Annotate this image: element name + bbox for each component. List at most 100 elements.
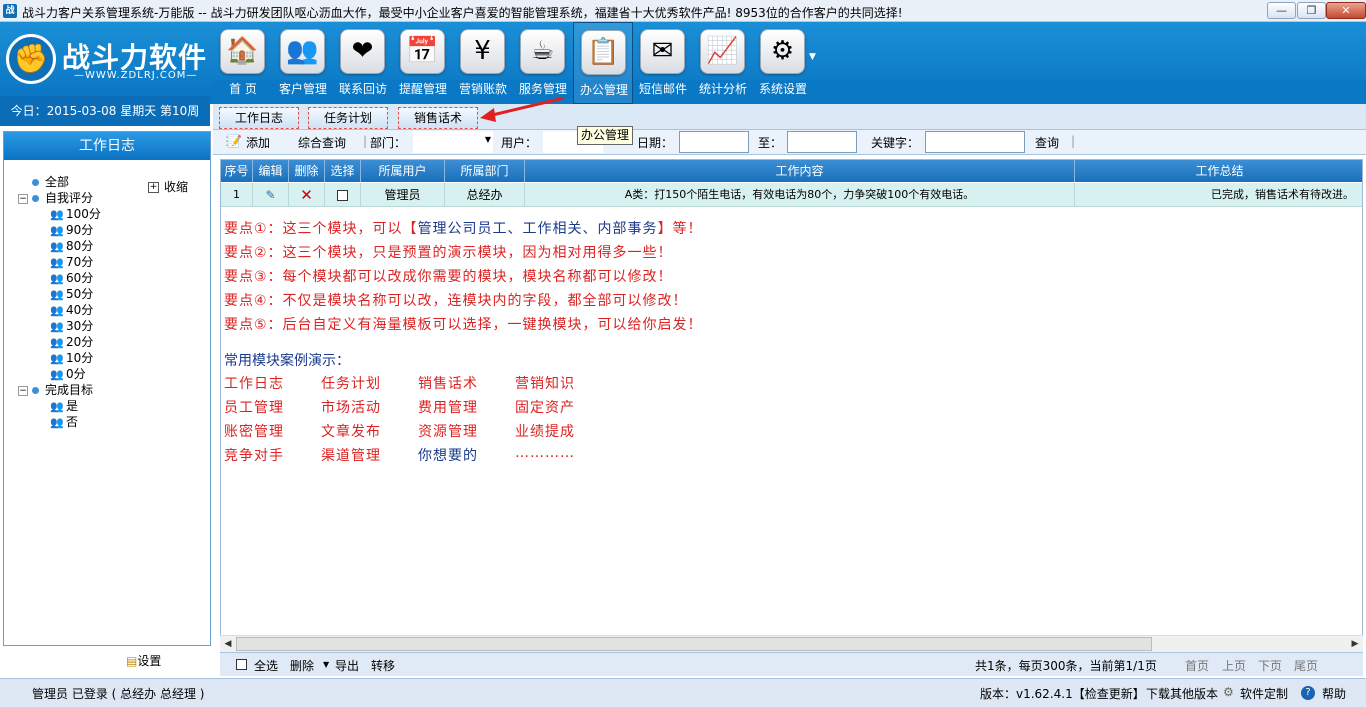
tree-item[interactable]: 👥 80分 [50,238,93,254]
tree-item[interactable]: − 完成目标 [18,382,93,398]
toolbar-button-9[interactable]: ⚙ 系统设置 [753,22,813,104]
example-module-link[interactable]: 任务计划 [321,373,381,393]
edit-icon[interactable]: ✎ [253,183,289,207]
tree-item[interactable]: 👥 20分 [50,334,93,350]
tree-item[interactable]: 👥 否 [50,414,78,430]
example-module-link[interactable]: 费用管理 [418,397,478,417]
col-header-select[interactable]: 选择 [325,160,361,182]
toolbar-button-7[interactable]: ✉ 短信邮件 [633,22,693,104]
example-module-link[interactable]: 你想要的 [418,445,478,465]
tree-item[interactable]: 👥 是 [50,398,78,414]
example-module-link[interactable]: 文章发布 [321,421,381,441]
version-check-link[interactable]: 版本：v1.62.4.1【检查更新】 [980,685,1145,702]
first-page-button[interactable]: 首页 [1185,657,1209,674]
scroll-left-icon[interactable]: ◀ [220,636,236,652]
help-icon: ? [1301,686,1315,700]
row-checkbox[interactable] [337,190,348,201]
download-link[interactable]: 下载其他版本 [1146,685,1218,702]
tab-task-plan[interactable]: 任务计划 [308,107,388,129]
scroll-right-icon[interactable]: ▶ [1347,636,1363,652]
toolbar-button-2[interactable]: ❤ 联系回访 [333,22,393,104]
tree-item[interactable]: 👥 10分 [50,350,93,366]
select-all-label[interactable]: 全选 [254,657,278,674]
col-header-summary[interactable]: 工作总结 [1075,160,1362,182]
combined-query-button[interactable]: 综合查询 [298,134,346,151]
delete-icon[interactable]: ✕ [289,183,325,207]
tree-item[interactable]: 👥 50分 [50,286,93,302]
col-header-user[interactable]: 所属用户 [361,160,445,182]
toolbar-button-8[interactable]: 📈 统计分析 [693,22,753,104]
toolbar-button-4[interactable]: ¥ 营销账款 [453,22,513,104]
toolbar-button-0[interactable]: 🏠 首 页 [213,22,273,104]
note-line: 要点③：每个模块都可以改成你需要的模块，模块名称都可以修改！ [224,266,673,286]
tree-item[interactable]: − 自我评分 [18,190,93,206]
scroll-thumb[interactable] [236,637,1152,651]
tree-item[interactable]: 👥 30分 [50,318,93,334]
example-module-link[interactable]: 员工管理 [224,397,284,417]
transfer-button[interactable]: 转移 [371,657,395,674]
tab-work-log[interactable]: 工作日志 [219,107,299,129]
tree-toggle-icon[interactable]: − [18,385,28,396]
note-text: 管理公司员工、工作相关、内部事务 [417,221,658,237]
table-row[interactable]: 1 ✎ ✕ 管理员 总经办 A类：打150个陌生电话，有效电话为80个，力争突破… [221,183,1362,207]
custom-link[interactable]: 软件定制 [1240,685,1288,702]
toolbar-button-6[interactable]: 📋 办公管理 [573,22,633,104]
help-link[interactable]: 帮助 [1322,685,1346,702]
add-icon: 📝 [227,134,242,148]
tree-item[interactable]: 👥 90分 [50,222,93,238]
users-icon: 👥 [50,367,64,381]
toolbar-button-3[interactable]: 📅 提醒管理 [393,22,453,104]
col-header-edit[interactable]: 编辑 [253,160,289,182]
dept-select[interactable]: ▼ [413,131,493,153]
example-module-link[interactable]: 市场活动 [321,397,381,417]
tree-item[interactable]: 👥 70分 [50,254,93,270]
example-module-link[interactable]: 账密管理 [224,421,284,441]
example-module-link[interactable]: 业绩提成 [515,421,575,441]
example-module-link[interactable]: ………… [515,445,575,461]
col-header-content[interactable]: 工作内容 [525,160,1075,182]
example-module-link[interactable]: 渠道管理 [321,445,381,465]
note-line: 要点④：不仅是模块名称可以改，连模块内的字段，都全部可以修改！ [224,290,688,310]
example-module-link[interactable]: 资源管理 [418,421,478,441]
settings-button[interactable]: ▤设置 [126,652,161,669]
add-button[interactable]: 添加 [246,134,270,151]
tree-item[interactable]: 👥 40分 [50,302,93,318]
keyword-input[interactable] [925,131,1025,153]
toolbar-more-icon[interactable]: ▼ [809,52,816,62]
col-header-delete[interactable]: 删除 [289,160,325,182]
example-module-link[interactable]: 销售话术 [418,373,478,393]
example-module-link[interactable]: 固定资产 [515,397,575,417]
date-to-input[interactable] [787,131,857,153]
filter-bar: ⋮ 📝 添加 综合查询 | 部门： ▼ 用户： 日期： 至： 关键字： 查询 | [213,130,1366,155]
toolbar-button-5[interactable]: ☕ 服务管理 [513,22,573,104]
maximize-button[interactable]: ❐ [1297,2,1326,19]
pager-summary: 共1条，每页300条，当前第1/1页 [975,659,1157,673]
minimize-button[interactable]: — [1267,2,1296,19]
settings-label: 设置 [137,654,162,668]
date-from-input[interactable] [679,131,749,153]
batch-delete-button[interactable]: 删除 [290,657,314,674]
select-all-checkbox[interactable] [236,659,247,670]
tree-item[interactable]: 👥 0分 [50,366,86,382]
collapse-button[interactable]: + 收缩 [148,178,188,195]
prev-page-button[interactable]: 上页 [1222,657,1246,674]
example-module-link[interactable]: 营销知识 [515,373,575,393]
example-module-link[interactable]: 竞争对手 [224,445,284,465]
tree-item[interactable]: 👥 100分 [50,206,101,222]
app-window: 战 战斗力客户关系管理系统-万能版 -- 战斗力研发团队呕心沥血大作，最受中小企… [0,0,1366,707]
gear-icon: ⚙ [760,29,805,74]
horizontal-scrollbar[interactable]: ◀ ▶ [220,635,1363,652]
next-page-button[interactable]: 下页 [1258,657,1282,674]
close-button[interactable]: ✕ [1326,2,1366,19]
example-module-link[interactable]: 工作日志 [224,373,284,393]
col-header-dept[interactable]: 所属部门 [445,160,525,182]
export-button[interactable]: 导出 [335,657,359,674]
tree-item[interactable]: 全部 [18,174,69,190]
search-button[interactable]: 查询 [1035,134,1059,151]
tab-sales-script[interactable]: 销售话术 [398,107,478,129]
tree-toggle-icon[interactable]: − [18,193,28,204]
toolbar-button-1[interactable]: 👥 客户管理 [273,22,333,104]
last-page-button[interactable]: 尾页 [1294,657,1318,674]
tree-item[interactable]: 👥 60分 [50,270,93,286]
col-header-no[interactable]: 序号 [221,160,253,182]
